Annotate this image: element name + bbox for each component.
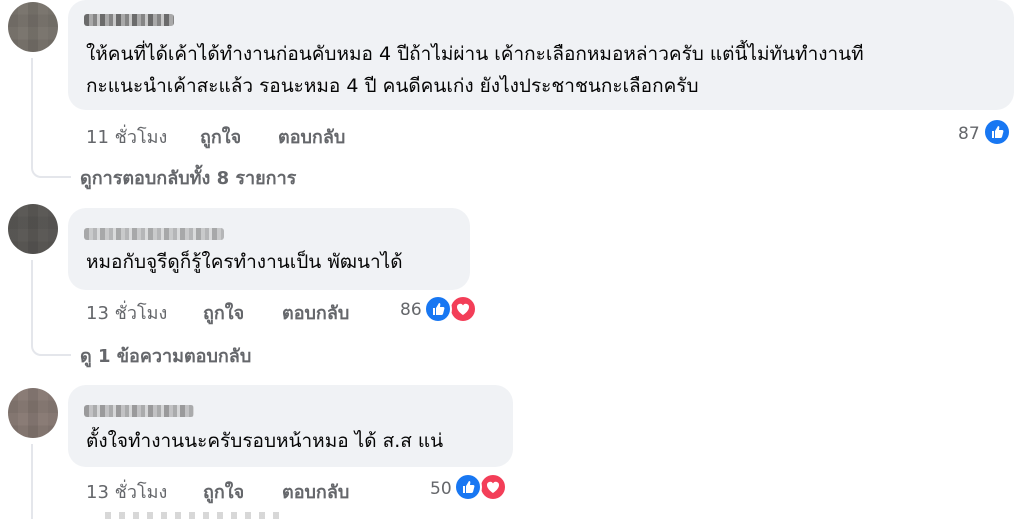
thumbs-up-icon[interactable] xyxy=(454,473,482,501)
like-link[interactable]: ถูกใจ xyxy=(200,122,241,151)
reply-link[interactable]: ตอบกลับ xyxy=(278,122,345,151)
avatar[interactable] xyxy=(8,388,58,438)
comment-time[interactable]: 11 ชั่วโมง xyxy=(86,122,167,151)
view-replies-link[interactable]: ดูการตอบกลับทั้ง 8 รายการ xyxy=(80,163,296,192)
avatar[interactable] xyxy=(8,2,58,52)
reply-thread-line xyxy=(31,444,33,519)
comment-text: ตั้งใจทำงานนะครับรอบหน้าหมอ ได้ ส.ส แน่ xyxy=(86,430,444,452)
commenter-name-blurred[interactable] xyxy=(84,14,174,26)
comment-bubble: หมอกับจูรีดูก็รู้ใครทำงานเป็น พัฒนาได้ xyxy=(68,208,470,290)
like-link[interactable]: ถูกใจ xyxy=(203,298,244,327)
view-replies-link[interactable]: ดู 1 ข้อความตอบกลับ xyxy=(80,341,251,370)
heart-icon[interactable] xyxy=(479,473,507,501)
comment-time[interactable]: 13 ชั่วโมง xyxy=(86,298,167,327)
thumbs-up-icon[interactable] xyxy=(983,118,1011,146)
cut-off-comment-row xyxy=(105,512,285,519)
comment-bubble: ตั้งใจทำงานนะครับรอบหน้าหมอ ได้ ส.ส แน่ xyxy=(68,385,513,467)
reply-link[interactable]: ตอบกลับ xyxy=(282,477,349,506)
comment-text: ให้คนที่ได้เค้าได้ทำงานก่อนคับหมอ 4 ปีถ้… xyxy=(86,38,864,102)
comment-time[interactable]: 13 ชั่วโมง xyxy=(86,477,167,506)
reaction-count[interactable]: 50 xyxy=(430,479,452,499)
reply-link[interactable]: ตอบกลับ xyxy=(282,298,349,327)
comment-text-line: ให้คนที่ได้เค้าได้ทำงานก่อนคับหมอ 4 ปีถ้… xyxy=(86,43,864,65)
commenter-name-blurred[interactable] xyxy=(84,228,224,240)
reaction-count[interactable]: 86 xyxy=(400,300,422,320)
reaction-count[interactable]: 87 xyxy=(958,124,980,144)
commenter-name-blurred[interactable] xyxy=(84,405,194,417)
avatar[interactable] xyxy=(8,204,58,254)
comment-text-line: กะแนะนำเค้าสะแล้ว รอนะหมอ 4 ปี คนดีคนเก่… xyxy=(86,75,699,97)
heart-icon[interactable] xyxy=(449,295,477,323)
comment-text: หมอกับจูรีดูก็รู้ใครทำงานเป็น พัฒนาได้ xyxy=(86,251,403,273)
thumbs-up-icon[interactable] xyxy=(424,295,452,323)
reply-thread-line xyxy=(31,58,71,178)
reply-thread-line xyxy=(31,260,71,356)
comment-bubble: ให้คนที่ได้เค้าได้ทำงานก่อนคับหมอ 4 ปีถ้… xyxy=(68,0,1014,110)
like-link[interactable]: ถูกใจ xyxy=(203,477,244,506)
